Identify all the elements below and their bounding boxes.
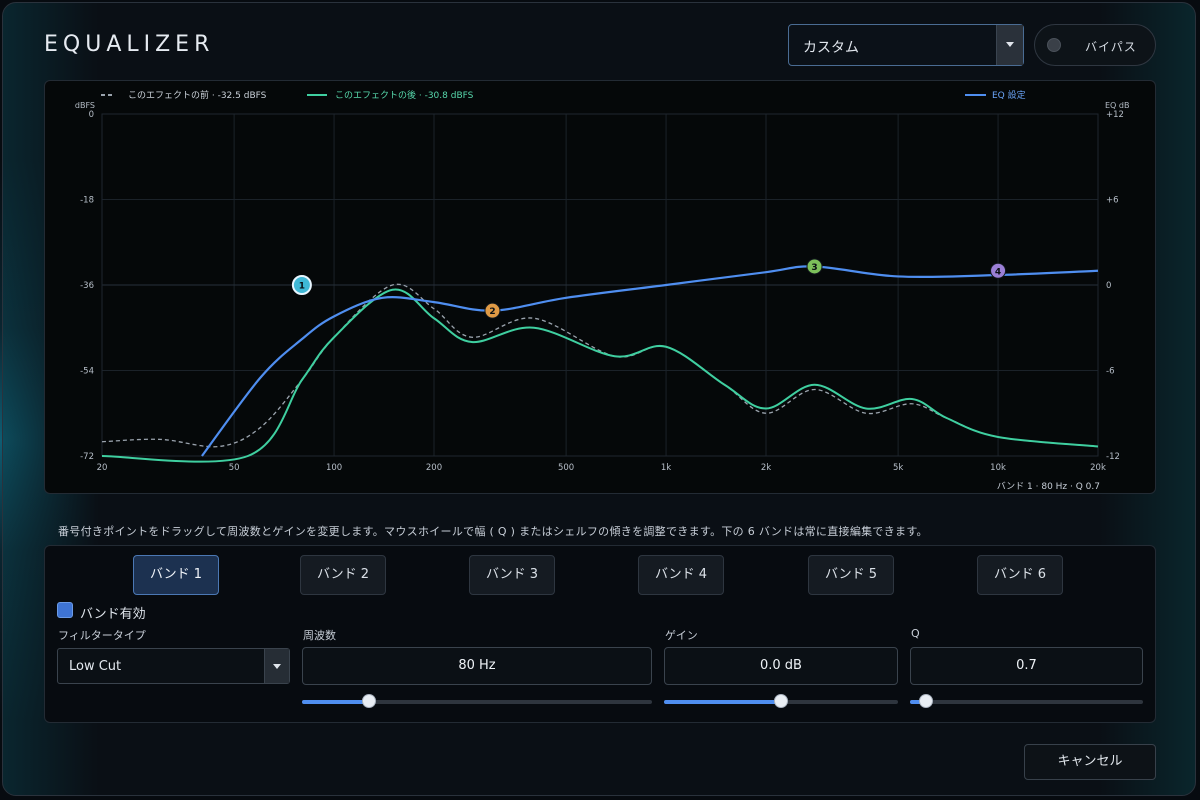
- help-text: 番号付きポイントをドラッグして周波数とゲインを変更します。マウスホイールで幅 (…: [58, 525, 928, 538]
- graph-curves: [101, 265, 1099, 463]
- tab-band-1[interactable]: バンド 1: [133, 555, 219, 595]
- y-left-tick-label: -18: [80, 196, 94, 206]
- cancel-button[interactable]: キャンセル: [1024, 744, 1156, 780]
- x-tick-label: 100: [326, 463, 342, 473]
- tab-band-3[interactable]: バンド 3: [469, 555, 555, 595]
- band-enabled-checkbox[interactable]: [57, 602, 73, 618]
- frequency-slider-handle[interactable]: [361, 694, 376, 708]
- band-3-handle-label: 3: [811, 263, 817, 273]
- graph-grid: [101, 113, 1099, 457]
- y-right-tick-label: 0: [1106, 281, 1111, 291]
- gain-slider-handle[interactable]: [774, 694, 788, 708]
- gain-input[interactable]: 0.0 dB: [664, 647, 898, 685]
- legend-eq-label: EQ 設定: [992, 89, 1026, 101]
- y-left-tick-label: -36: [80, 281, 94, 291]
- before-effect-curve: [101, 283, 1099, 448]
- band-4-handle-label: 4: [995, 267, 1001, 277]
- y-right-tick-label: -12: [1106, 452, 1120, 462]
- filter-type-label: フィルタータイプ: [58, 629, 146, 642]
- page-title: EQUALIZER: [44, 32, 215, 57]
- y-left-tick-label: -54: [80, 367, 94, 377]
- tab-band-5[interactable]: バンド 5: [808, 555, 894, 595]
- tab-band-6[interactable]: バンド 6: [977, 555, 1063, 595]
- filter-type-value: Low Cut: [69, 659, 122, 674]
- left-axis-title: dBFS: [75, 101, 95, 110]
- y-left-tick-label: 0: [89, 110, 94, 120]
- chevron-down-icon[interactable]: [264, 649, 289, 683]
- y-right-tick-label: +12: [1106, 110, 1124, 120]
- axis-ticks: 20 50 100 200 500 1k 2k 5k 10k 20k 0 +12 -18 +6 -36 0 -5…: [80, 110, 1124, 473]
- legend-before-label: このエフェクトの前 · -32.5 dBFS: [128, 89, 267, 101]
- y-right-tick-label: +6: [1106, 196, 1119, 206]
- x-tick-label: 200: [426, 463, 442, 473]
- q-label: Q: [911, 627, 920, 640]
- preset-selected-value: カスタム: [803, 40, 859, 56]
- frequency-slider[interactable]: [302, 694, 652, 708]
- band-1-handle-label: 1: [299, 282, 305, 292]
- q-input[interactable]: 0.7: [910, 647, 1143, 685]
- eq-graph-panel: このエフェクトの前 · -32.5 dBFS このエフェクトの後 · -30.8…: [44, 80, 1156, 494]
- band-enabled-label: バンド有効: [80, 607, 146, 622]
- eq-curve: [201, 265, 1099, 457]
- x-tick-label: 2k: [761, 463, 771, 473]
- frequency-slider-fill: [302, 700, 369, 704]
- tab-band-4[interactable]: バンド 4: [638, 555, 724, 595]
- band-2-handle-label: 2: [489, 307, 495, 317]
- x-tick-label: 1k: [661, 463, 671, 473]
- x-tick-label: 20k: [1090, 463, 1106, 473]
- x-tick-label: 500: [558, 463, 574, 473]
- q-slider[interactable]: [910, 694, 1143, 708]
- x-tick-label: 10k: [990, 463, 1006, 473]
- graph-legend: このエフェクトの前 · -32.5 dBFS このエフェクトの後 · -30.8…: [101, 89, 1026, 101]
- right-axis-title: EQ dB: [1105, 101, 1129, 110]
- frequency-input[interactable]: 80 Hz: [302, 647, 652, 685]
- bypass-label: バイパス: [1085, 40, 1137, 54]
- y-left-tick-label: -72: [80, 452, 94, 462]
- x-tick-label: 5k: [893, 463, 903, 473]
- legend-after-label: このエフェクトの後 · -30.8 dBFS: [335, 89, 474, 101]
- y-right-tick-label: -6: [1106, 367, 1114, 377]
- chevron-down-icon[interactable]: [996, 25, 1023, 65]
- frequency-label: 周波数: [303, 629, 336, 642]
- x-tick-label: 50: [229, 463, 240, 473]
- preset-dropdown[interactable]: カスタム: [788, 24, 1024, 66]
- band-handles: 1 2 3 4: [291, 258, 1007, 319]
- band-readout: バンド 1 · 80 Hz · Q 0.7: [997, 481, 1100, 492]
- gain-slider[interactable]: [664, 694, 898, 708]
- gain-label: ゲイン: [665, 629, 698, 642]
- bypass-toggle[interactable]: バイパス: [1034, 24, 1156, 66]
- x-tick-label: 20: [97, 463, 108, 473]
- bypass-indicator-icon: [1047, 38, 1061, 52]
- after-effect-curve: [101, 288, 1099, 463]
- filter-type-select[interactable]: Low Cut: [57, 648, 290, 684]
- eq-graph[interactable]: このエフェクトの前 · -32.5 dBFS このエフェクトの後 · -30.8…: [45, 81, 1155, 493]
- gain-slider-fill: [664, 700, 781, 704]
- tab-band-2[interactable]: バンド 2: [300, 555, 386, 595]
